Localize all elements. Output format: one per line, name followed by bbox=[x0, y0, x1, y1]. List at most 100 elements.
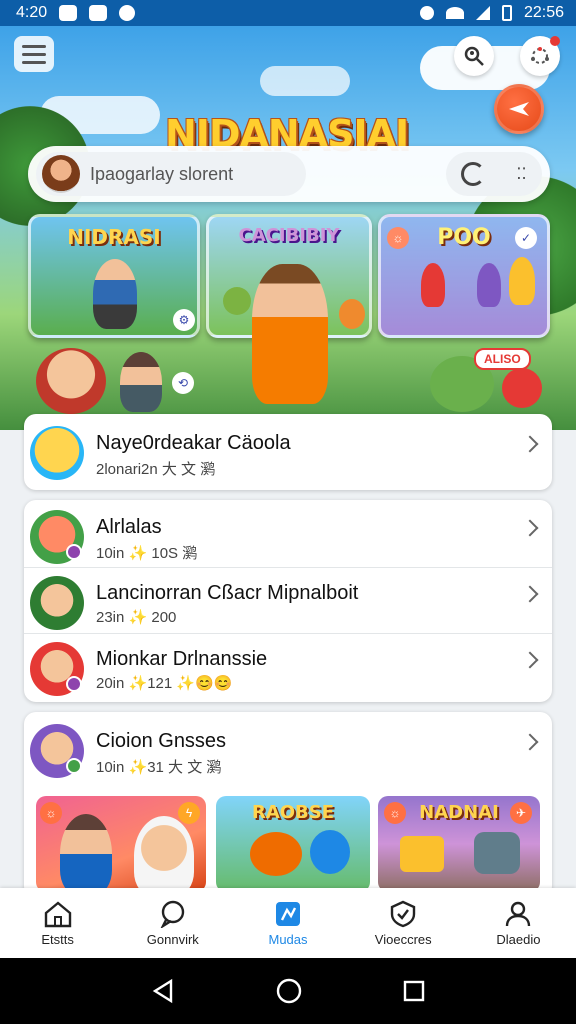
nav-shield[interactable]: Vioeccres bbox=[346, 888, 461, 958]
recents-icon[interactable] bbox=[401, 978, 427, 1004]
more-options-icon[interactable]: ⁚⁚ bbox=[516, 164, 526, 184]
chevron-right-icon bbox=[521, 651, 539, 669]
character-illustration bbox=[421, 263, 445, 307]
chat-icon bbox=[158, 900, 188, 928]
search-placeholder: Ipaogarlay slorent bbox=[90, 163, 234, 184]
item-title: Mionkar Drlnanssie bbox=[96, 648, 268, 670]
game-thumbnail[interactable]: RAOBSE bbox=[216, 796, 370, 892]
flame-badge-icon: ☼ bbox=[387, 227, 409, 249]
creature-illustration bbox=[310, 830, 350, 874]
chest-illustration bbox=[400, 836, 444, 872]
wifi-icon bbox=[445, 7, 464, 19]
avatar bbox=[42, 155, 80, 193]
check-badge-icon: ✓ bbox=[515, 227, 537, 249]
game-title: CACIBIBIY bbox=[238, 225, 340, 246]
photos-icon bbox=[59, 5, 78, 21]
shield-icon bbox=[388, 900, 418, 928]
status-bar: 4:20 22:56 bbox=[0, 0, 576, 26]
character-illustration bbox=[477, 263, 501, 307]
list-group-card: Alrlalas 10in ✨ 10S 㶉 Lancinorran Cßacr … bbox=[24, 500, 552, 702]
flower-illustration bbox=[502, 368, 542, 408]
item-subtitle: 2lonari2n 大 文 㶉 bbox=[96, 461, 216, 478]
quick-action-button[interactable] bbox=[494, 84, 544, 134]
chevron-right-icon bbox=[521, 519, 539, 537]
featured-list-card[interactable]: Nayе0rdeakar Cäoola 2lonari2n 大 文 㶉 bbox=[24, 414, 552, 490]
chevron-right-icon bbox=[521, 733, 539, 751]
creature-illustration bbox=[223, 287, 251, 315]
section-header[interactable]: Cioion Gnsses 10in ✨31 大 文 㶉 bbox=[24, 716, 552, 782]
battery-icon bbox=[501, 5, 512, 21]
thumbnail-title: RAOBSE bbox=[251, 802, 335, 823]
menu-button[interactable] bbox=[14, 36, 54, 72]
home-circle-icon[interactable] bbox=[274, 976, 304, 1006]
status-time: 4:20 bbox=[16, 4, 48, 21]
list-item[interactable]: Mionkar Drlnanssie 20in ✨121 ✨😊😊 bbox=[24, 634, 552, 700]
robot-illustration bbox=[474, 832, 520, 874]
item-subtitle: 23in ✨ 200 bbox=[96, 609, 177, 626]
notifications-button[interactable] bbox=[520, 36, 560, 76]
item-title: Alrlalas bbox=[96, 516, 162, 538]
search-input[interactable]: Ipaogarlay slorent bbox=[36, 152, 306, 196]
cloud-decoration bbox=[260, 66, 350, 96]
featured-game-card[interactable]: NIDRASI ⚙ bbox=[28, 214, 200, 338]
message-icon bbox=[89, 5, 108, 21]
plane-icon bbox=[509, 102, 529, 116]
avatar bbox=[30, 426, 84, 480]
plane-badge-icon: ✈ bbox=[510, 802, 532, 824]
promo-tag: ALISO bbox=[474, 348, 531, 370]
media-icon bbox=[273, 900, 303, 928]
item-subtitle: 20in ✨121 ✨😊😊 bbox=[96, 675, 233, 692]
bottom-navigation: Etstts Gonnvirk Mudas Vioeccres Dlaedio bbox=[0, 888, 576, 958]
search-actions: ⁚⁚ bbox=[446, 152, 542, 196]
nav-profile[interactable]: Dlaedio bbox=[461, 888, 576, 958]
hamburger-line bbox=[22, 60, 46, 64]
creature-illustration bbox=[250, 832, 302, 876]
nav-label: Etstts bbox=[41, 931, 74, 947]
status-clock: 22:56 bbox=[523, 4, 564, 21]
verified-badge-icon bbox=[66, 676, 82, 692]
flame-badge-icon: ☼ bbox=[384, 802, 406, 824]
swap-badge-icon: ⟲ bbox=[172, 372, 194, 394]
nav-home[interactable]: Etstts bbox=[0, 888, 115, 958]
chevron-right-icon bbox=[521, 585, 539, 603]
character-illustration bbox=[93, 259, 137, 329]
verified-badge-icon bbox=[66, 544, 82, 560]
flame-badge-icon: ☼ bbox=[40, 802, 62, 824]
system-navigation-bar bbox=[0, 958, 576, 1024]
character-illustration bbox=[36, 348, 106, 414]
list-item[interactable]: Alrlalas 10in ✨ 10S 㶉 bbox=[24, 502, 552, 568]
nav-label: Dlaedio bbox=[496, 931, 541, 947]
network-icon bbox=[531, 47, 549, 64]
back-icon[interactable] bbox=[149, 977, 177, 1005]
item-subtitle: 10in ✨ 10S 㶉 bbox=[96, 545, 198, 562]
character-illustration bbox=[120, 352, 162, 412]
search-bar: Ipaogarlay slorent ⁚⁚ bbox=[28, 146, 550, 202]
hero-character bbox=[252, 264, 328, 404]
settings-badge-icon: ⚙ bbox=[173, 309, 195, 331]
search-people-button[interactable] bbox=[454, 36, 494, 76]
featured-game-card[interactable]: POO ✓ ☼ bbox=[378, 214, 550, 338]
character-illustration bbox=[134, 816, 194, 892]
nav-label: Mudas bbox=[268, 931, 308, 947]
app-notification-icon bbox=[119, 5, 136, 21]
item-title: Nayе0rdeakar Cäoola bbox=[96, 432, 291, 454]
home-icon bbox=[43, 900, 73, 928]
nav-media[interactable]: Mudas bbox=[230, 888, 345, 958]
game-thumbnail[interactable]: NADNAI ☼ ✈ bbox=[378, 796, 540, 892]
chevron-right-icon bbox=[521, 435, 539, 453]
nfc-icon bbox=[419, 6, 434, 20]
nav-label: Gonnvirk bbox=[146, 931, 199, 947]
search-user-icon bbox=[464, 46, 484, 66]
nav-label: Vioeccres bbox=[374, 931, 432, 947]
refresh-icon[interactable] bbox=[461, 162, 486, 186]
hamburger-line bbox=[22, 44, 46, 48]
avatar bbox=[30, 576, 84, 630]
list-item[interactable]: Lancinorran Cßacr Mipnalboit 23in ✨ 200 bbox=[24, 568, 552, 634]
nav-chat[interactable]: Gonnvirk bbox=[115, 888, 230, 958]
signal-icon bbox=[475, 6, 490, 20]
profile-icon bbox=[503, 900, 533, 928]
list-item[interactable]: Nayе0rdeakar Cäoola 2lonari2n 大 文 㶉 bbox=[24, 418, 552, 484]
verified-badge-icon bbox=[66, 758, 82, 774]
section-title: Cioion Gnsses bbox=[96, 730, 227, 752]
game-thumbnail[interactable]: ☼ ϟ bbox=[36, 796, 206, 892]
